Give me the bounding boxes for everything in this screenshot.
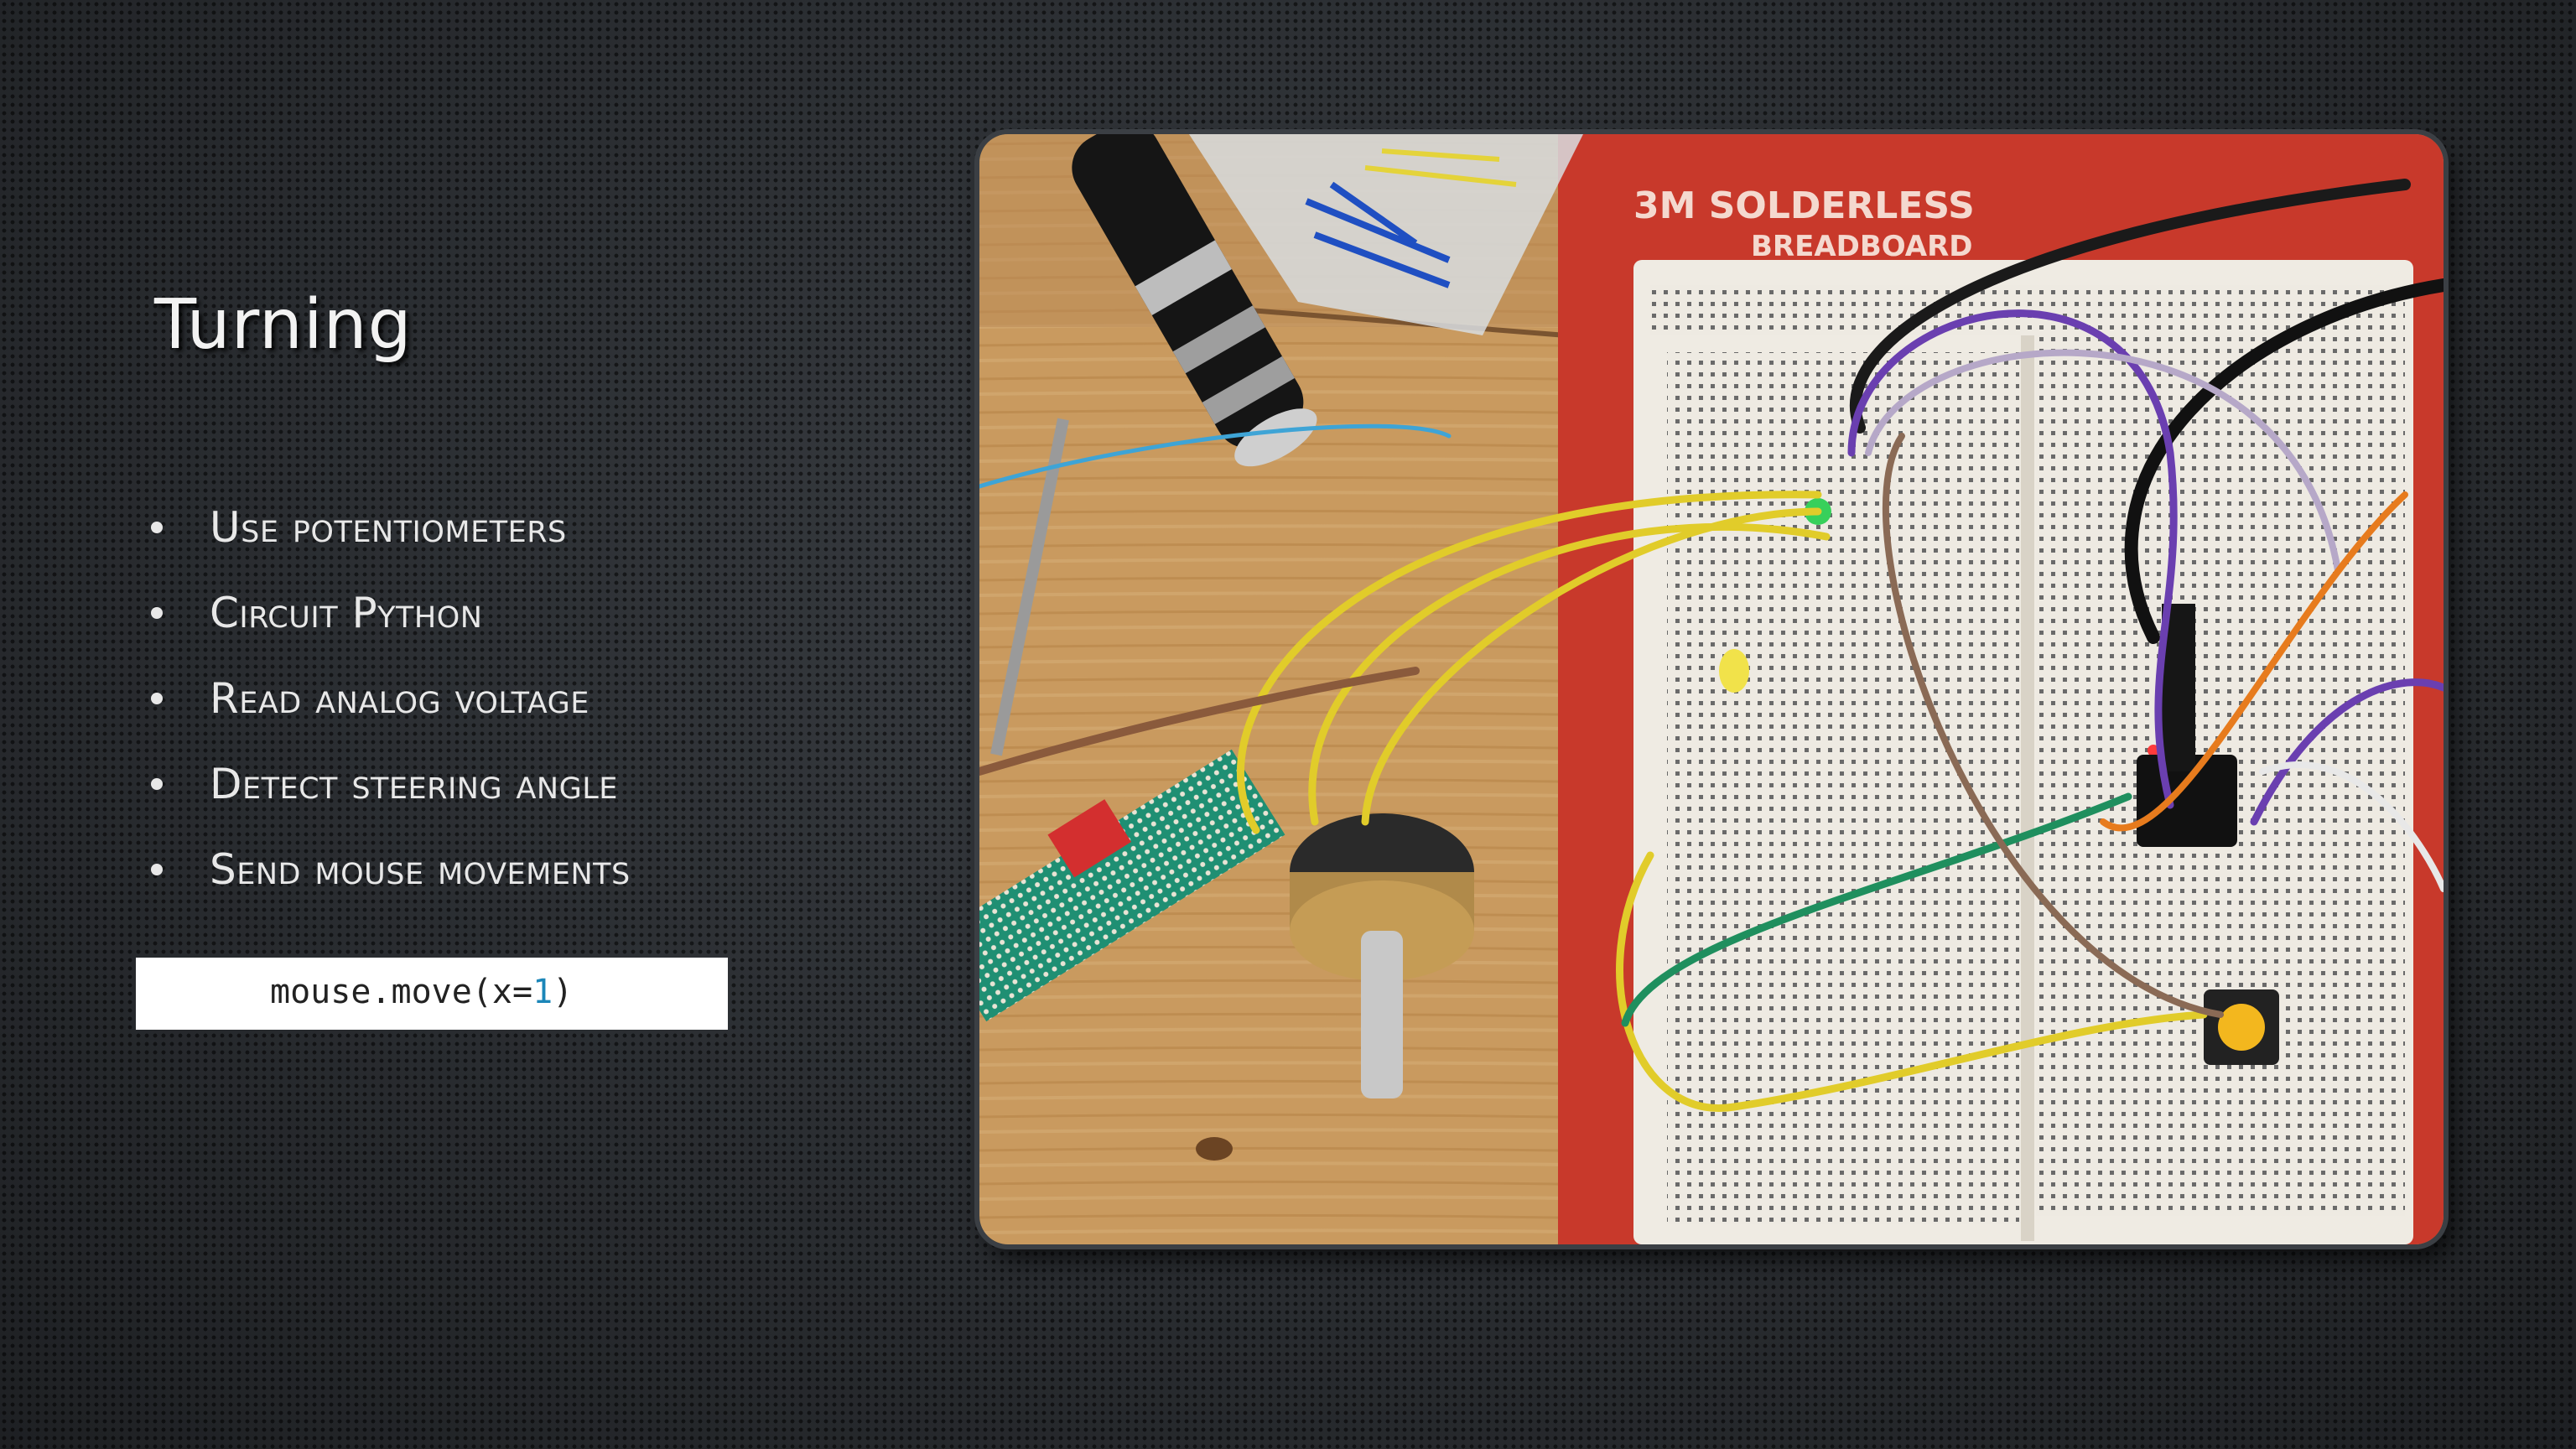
breadboard-brand: 3M SOLDERLESS [1633, 184, 1975, 227]
code-snippet: mouse.move(x=1) [136, 958, 728, 1030]
bullet-item: Use potentiometers [151, 485, 631, 570]
bullet-text: Use potentiometers [210, 503, 567, 552]
breadboard-brand-sub: BREADBOARD [1751, 230, 1972, 263]
bullet-dot-icon [151, 778, 163, 790]
wood-knot [1196, 1137, 1233, 1161]
slide-title: Turning [154, 285, 413, 365]
push-button [2204, 989, 2279, 1065]
bullet-item: Send mouse movements [151, 827, 631, 912]
yellow-led [1719, 649, 1749, 693]
bullet-text: Circuit Python [210, 589, 483, 637]
code-number: 1 [532, 973, 553, 1011]
bullet-dot-icon [151, 607, 163, 619]
bullet-dot-icon [151, 522, 163, 533]
bullet-item: Detect steering angle [151, 741, 631, 827]
code-text: mouse.move(x= [270, 973, 533, 1011]
code-line: mouse.move(x=1) [270, 973, 573, 1011]
circuit-photo-illustration: 3M SOLDERLESS BREADBOARD [979, 134, 2444, 1244]
bullet-item: Read analog voltage [151, 656, 631, 741]
bullet-dot-icon [151, 693, 163, 704]
bullet-text: Detect steering angle [210, 760, 618, 808]
bullet-text: Send mouse movements [210, 845, 631, 894]
bullet-list: Use potentiometers Circuit Python Read a… [151, 485, 631, 912]
bullet-item: Circuit Python [151, 570, 631, 656]
code-text-end: ) [553, 973, 574, 1011]
circuit-photo: 3M SOLDERLESS BREADBOARD [979, 134, 2444, 1244]
bullet-dot-icon [151, 864, 163, 875]
bullet-text: Read analog voltage [210, 674, 589, 723]
